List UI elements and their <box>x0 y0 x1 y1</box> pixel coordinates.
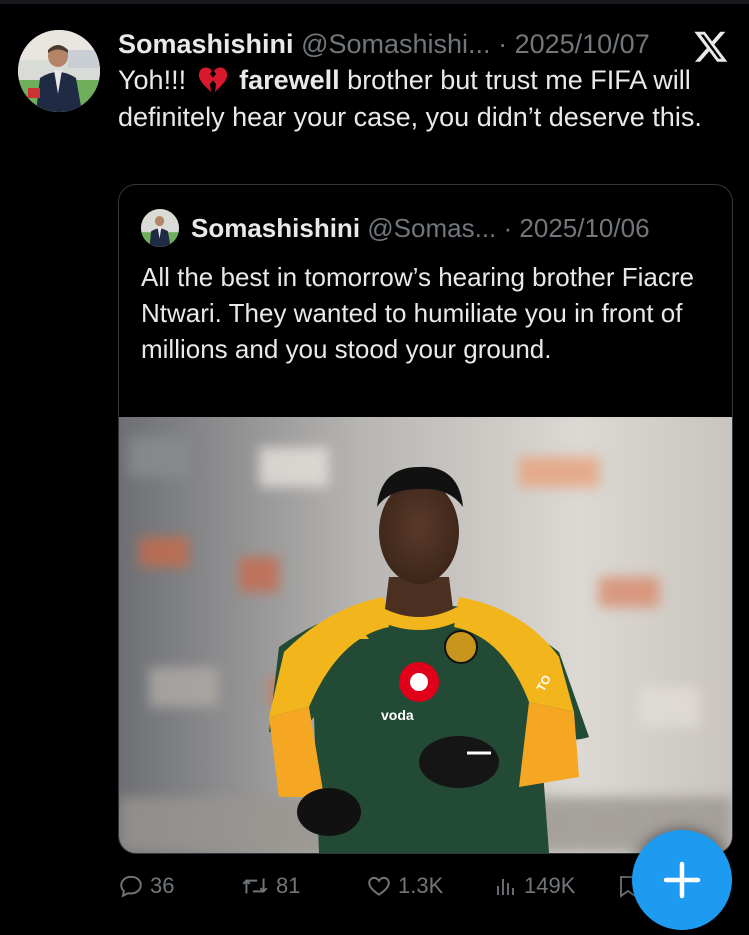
views-chart-icon <box>497 879 514 895</box>
views-count: 149K <box>524 873 576 898</box>
plus-icon <box>663 861 701 899</box>
tweet-text-bold: farewell <box>239 65 340 95</box>
retweet-count: 81 <box>276 873 301 898</box>
author-display-name[interactable]: Somashishini <box>118 29 294 59</box>
tweet-header: Somashishini @Somashishi... · 2025/10/07 <box>118 26 678 62</box>
retweet-icon <box>242 878 268 894</box>
retweet-button[interactable]: 81 <box>240 866 300 906</box>
like-button[interactable]: 1.3K <box>366 866 443 906</box>
quoted-tweet-card[interactable]: Somashishini @Somas... · 2025/10/06 All … <box>118 184 733 854</box>
author-handle[interactable]: @Somashishi... <box>301 29 490 59</box>
quoted-tweet-text: All the best in tomorrow’s hearing broth… <box>141 262 694 364</box>
avatar-image <box>18 30 100 112</box>
quoted-author-display-name[interactable]: Somashishini <box>191 213 360 243</box>
quoted-tweet-date[interactable]: 2025/10/06 <box>519 213 649 243</box>
goalkeeper-photo: voda TO <box>119 417 732 853</box>
quoted-author-avatar[interactable] <box>141 209 179 247</box>
reply-button[interactable]: 36 <box>118 866 174 906</box>
tweet-date[interactable]: 2025/10/07 <box>515 29 650 59</box>
quoted-avatar-image <box>141 209 179 247</box>
quoted-header-separator: · <box>503 213 513 243</box>
broken-heart-icon <box>198 67 227 92</box>
quoted-author-handle[interactable]: @Somas... <box>367 213 496 243</box>
views-button[interactable]: 149K <box>494 866 575 906</box>
reply-count: 36 <box>150 873 175 898</box>
heart-icon <box>368 876 390 896</box>
like-count: 1.3K <box>398 873 444 898</box>
compose-fab-button[interactable] <box>632 830 732 930</box>
author-avatar[interactable] <box>18 30 100 112</box>
quoted-tweet-header: Somashishini @Somas... · 2025/10/06 <box>191 211 721 245</box>
sponsor-text: voda <box>381 707 414 723</box>
top-divider <box>0 0 749 4</box>
tweet-text: Yoh!!! farewell brother but trust me FIF… <box>118 62 738 136</box>
quoted-tweet-image[interactable]: voda TO <box>119 417 732 853</box>
x-logo-icon <box>694 31 728 62</box>
tweet-action-bar: 36 81 1.3K 149K <box>118 866 638 906</box>
tweet-text-intro: Yoh!!! <box>118 65 187 95</box>
reply-icon <box>120 875 142 898</box>
header-separator: · <box>498 29 508 59</box>
